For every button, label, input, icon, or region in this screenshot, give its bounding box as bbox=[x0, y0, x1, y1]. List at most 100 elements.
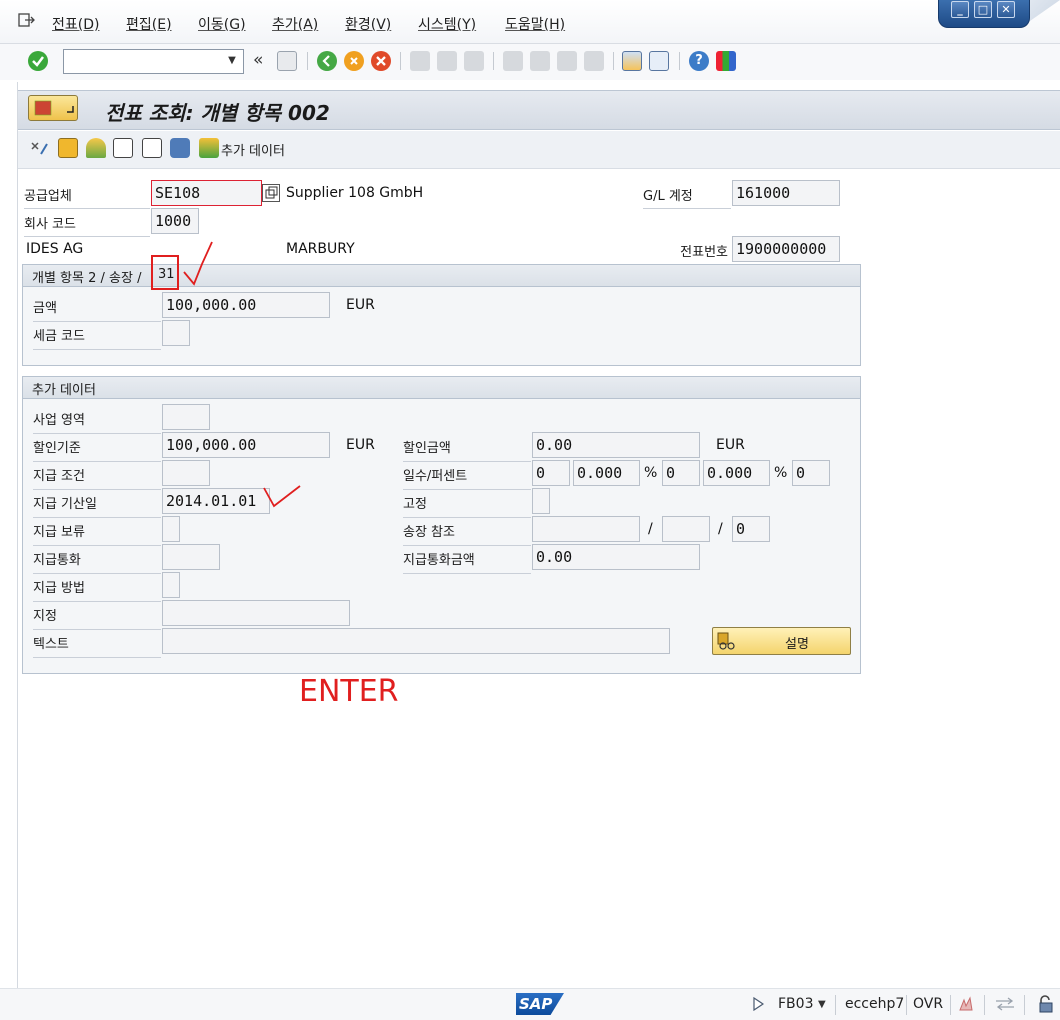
next-page-icon[interactable] bbox=[557, 51, 577, 71]
tax-code-label: 세금 코드 bbox=[33, 325, 161, 350]
days3-field[interactable]: 0 bbox=[792, 460, 830, 486]
back-green-icon[interactable] bbox=[317, 51, 337, 71]
command-field[interactable] bbox=[63, 49, 244, 74]
company-name: IDES AG bbox=[26, 241, 84, 257]
invoice-reference-item-field[interactable]: 0 bbox=[732, 516, 770, 542]
help-icon[interactable]: ? bbox=[689, 51, 709, 71]
line-item-title: 개별 항목 2 / 송장 / bbox=[32, 271, 142, 286]
layout-icon[interactable] bbox=[716, 51, 736, 71]
invoice-reference-year-field[interactable] bbox=[662, 516, 710, 542]
additional-data-button[interactable]: 추가 데이터 bbox=[221, 140, 285, 159]
percent1-field[interactable]: 0.000 bbox=[573, 460, 640, 486]
additional-data-group-header bbox=[23, 377, 860, 399]
shortcut-icon[interactable] bbox=[649, 51, 669, 71]
maximize-icon[interactable]: □ bbox=[974, 1, 992, 18]
invoice-reference-field[interactable] bbox=[532, 516, 640, 542]
find-icon[interactable] bbox=[437, 51, 457, 71]
first-page-icon[interactable] bbox=[503, 51, 523, 71]
vendor-label: 공급업체 bbox=[24, 185, 150, 209]
company-code-value: 1000 bbox=[155, 212, 192, 230]
baseline-date-field[interactable]: 2014.01.01 bbox=[162, 488, 270, 514]
days2-field[interactable]: 0 bbox=[662, 460, 700, 486]
menu-exit-icon[interactable] bbox=[18, 12, 36, 28]
find-next-icon[interactable] bbox=[464, 51, 484, 71]
previous-item-icon[interactable] bbox=[113, 138, 133, 158]
create-session-icon[interactable] bbox=[622, 51, 642, 71]
menu-extras[interactable]: 추가(A) bbox=[272, 14, 318, 34]
toolbar-separator bbox=[307, 52, 308, 70]
fixed-label: 고정 bbox=[403, 493, 531, 518]
glasses-icon bbox=[716, 632, 736, 650]
gl-account-value: 161000 bbox=[736, 184, 791, 202]
payment-block-field[interactable] bbox=[162, 516, 180, 542]
overview-icon[interactable] bbox=[86, 138, 106, 158]
print-icon[interactable] bbox=[410, 51, 430, 71]
chevron-down-icon[interactable]: ▼ bbox=[224, 54, 240, 68]
additional-data-icon[interactable] bbox=[199, 138, 219, 158]
minimize-icon[interactable]: _ bbox=[951, 1, 969, 18]
menu-goto[interactable]: 이동(G) bbox=[198, 14, 246, 34]
prev-page-icon[interactable] bbox=[530, 51, 550, 71]
vendor-value: SE108 bbox=[155, 184, 201, 202]
save-icon[interactable] bbox=[277, 51, 297, 71]
menu-settings[interactable]: 환경(V) bbox=[345, 14, 391, 34]
line-item-group-header bbox=[23, 265, 860, 287]
fixed-checkbox[interactable] bbox=[532, 488, 550, 514]
checkmark-annotation-icon bbox=[180, 238, 220, 288]
chevron-down-icon[interactable]: ▼ bbox=[818, 999, 826, 1010]
cancel-icon[interactable] bbox=[371, 51, 391, 71]
payment-currency-field[interactable] bbox=[162, 544, 220, 570]
percent2-field[interactable]: 0.000 bbox=[703, 460, 770, 486]
discount-base-value: 100,000.00 bbox=[166, 436, 257, 454]
menu-button-icon[interactable] bbox=[28, 95, 78, 121]
discount-base-field[interactable]: 100,000.00 bbox=[162, 432, 330, 458]
payment-terms-field[interactable] bbox=[162, 460, 210, 486]
payment-currency-amount-field[interactable]: 0.00 bbox=[532, 544, 700, 570]
back-icon[interactable]: « bbox=[253, 50, 263, 70]
gl-account-field[interactable]: 161000 bbox=[732, 180, 840, 206]
status-separator bbox=[906, 995, 907, 1015]
text-field[interactable] bbox=[162, 628, 670, 654]
next-item-icon[interactable] bbox=[142, 138, 162, 158]
menu-help[interactable]: 도움말(H) bbox=[505, 14, 565, 34]
play-icon[interactable] bbox=[752, 996, 765, 1012]
vendor-name: Supplier 108 GmbH bbox=[286, 185, 424, 201]
invoice-reference-label: 송장 참조 bbox=[403, 521, 531, 546]
vendor-field[interactable]: SE108 bbox=[151, 180, 262, 206]
display-change-icon[interactable] bbox=[29, 138, 49, 158]
payment-method-field[interactable] bbox=[162, 572, 180, 598]
percent2-sign: % bbox=[774, 465, 788, 481]
amount-currency: EUR bbox=[346, 297, 375, 313]
document-number-label: 전표번호 bbox=[643, 241, 731, 265]
document-icon[interactable] bbox=[58, 138, 78, 158]
exit-icon[interactable] bbox=[344, 51, 364, 71]
business-area-field[interactable] bbox=[162, 404, 210, 430]
company-code-field[interactable]: 1000 bbox=[151, 208, 199, 234]
days1-field[interactable]: 0 bbox=[532, 460, 570, 486]
last-page-icon[interactable] bbox=[584, 51, 604, 71]
menu-document[interactable]: 전표(D) bbox=[52, 14, 99, 34]
copy-icon[interactable] bbox=[262, 184, 280, 202]
hat-icon[interactable] bbox=[170, 138, 190, 158]
status-separator bbox=[984, 995, 985, 1015]
amount-field[interactable]: 100,000.00 bbox=[162, 292, 330, 318]
document-number-value: 1900000000 bbox=[736, 240, 827, 258]
text-label: 텍스트 bbox=[33, 633, 161, 658]
menu-system[interactable]: 시스템(Y) bbox=[418, 14, 476, 34]
assignment-label: 지정 bbox=[33, 605, 161, 630]
amount-value: 100,000.00 bbox=[166, 296, 257, 314]
menu-edit[interactable]: 편집(E) bbox=[126, 14, 172, 34]
lock-icon[interactable] bbox=[1036, 994, 1056, 1014]
enter-annotation: ENTER bbox=[299, 674, 399, 709]
invoice-reference-slash1: / bbox=[648, 521, 653, 537]
days-percent-label: 일수/퍼센트 bbox=[403, 465, 531, 490]
assignment-field[interactable] bbox=[162, 600, 350, 626]
input-mode: OVR bbox=[913, 996, 944, 1012]
discount-base-currency: EUR bbox=[346, 437, 375, 453]
tax-code-field[interactable] bbox=[162, 320, 190, 346]
description-button[interactable]: 설명 bbox=[712, 627, 851, 655]
document-number-field[interactable]: 1900000000 bbox=[732, 236, 840, 262]
close-icon[interactable]: ✕ bbox=[997, 1, 1015, 18]
enter-icon[interactable] bbox=[28, 51, 48, 71]
discount-amount-field[interactable]: 0.00 bbox=[532, 432, 700, 458]
